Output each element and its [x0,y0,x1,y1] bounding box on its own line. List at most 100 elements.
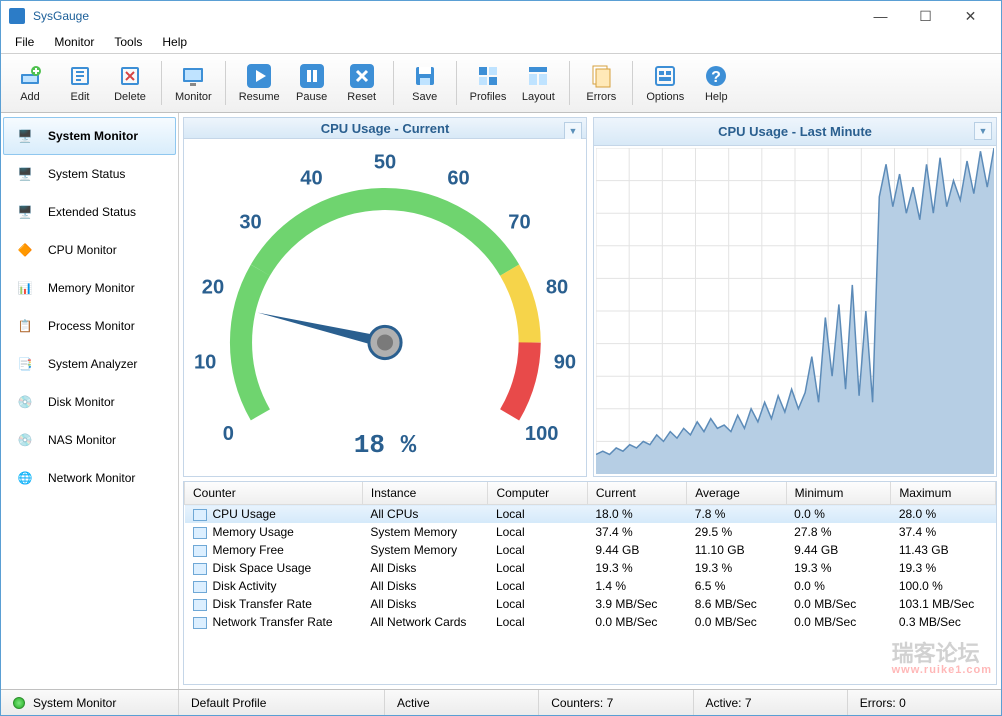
add-button[interactable]: Add [7,57,53,109]
statusbar: System Monitor Default Profile Active Co… [1,689,1001,715]
svg-text:90: 90 [554,352,576,374]
col-instance[interactable]: Instance [362,482,488,505]
sidebar-icon: 🖥️ [12,201,38,223]
sidebar-icon: 📋 [12,315,38,337]
table-row[interactable]: Disk Space UsageAll DisksLocal19.3 %19.3… [185,559,996,577]
sidebar-icon: 🖥️ [12,125,38,147]
sidebar-icon: 🌐 [12,467,38,489]
maximize-button[interactable]: ☐ [903,1,948,31]
svg-text:40: 40 [300,168,322,190]
gauge-panel-current: CPU Usage - Current ▼ 01020304050 [183,117,587,477]
menu-file[interactable]: File [5,33,44,51]
table-row[interactable]: Memory FreeSystem MemoryLocal9.44 GB11.1… [185,541,996,559]
save-button[interactable]: Save [402,57,448,109]
counter-icon [193,581,207,593]
toolbar: Add Edit Delete Monitor Resume Pause Res… [1,53,1001,113]
pause-button[interactable]: Pause [289,57,335,109]
col-current[interactable]: Current [587,482,686,505]
svg-text:10: 10 [194,352,216,374]
col-minimum[interactable]: Minimum [786,482,891,505]
sidebar-item-label: Extended Status [48,205,136,219]
help-icon: ? [703,63,729,89]
sidebar-item-label: Network Monitor [48,471,135,485]
svg-text:?: ? [711,69,721,86]
edit-icon [67,63,93,89]
svg-text:80: 80 [546,277,568,299]
col-maximum[interactable]: Maximum [891,482,996,505]
help-button[interactable]: ?Help [693,57,739,109]
table-row[interactable]: Memory UsageSystem MemoryLocal37.4 %29.5… [185,523,996,541]
sidebar-icon: 🔶 [12,239,38,261]
status-active: Active: 7 [706,696,752,710]
menu-help[interactable]: Help [152,33,197,51]
errors-button[interactable]: Errors [578,57,624,109]
panel-dropdown[interactable]: ▼ [564,122,582,140]
svg-text:30: 30 [239,212,261,234]
panel-title: CPU Usage - Current ▼ [184,118,586,139]
layout-icon [525,63,551,89]
close-button[interactable]: ✕ [948,1,993,31]
status-counters: Counters: 7 [551,696,613,710]
monitor-icon [180,63,206,89]
panel-title: CPU Usage - Last Minute ▼ [594,118,996,146]
svg-text:60: 60 [447,168,469,190]
sidebar-item-process-monitor[interactable]: 📋 Process Monitor [3,307,176,345]
counters-table[interactable]: CounterInstanceComputerCurrentAverageMin… [183,481,997,685]
reset-button[interactable]: Reset [339,57,385,109]
counter-icon [193,527,207,539]
sidebar-icon: 💿 [12,391,38,413]
menubar: File Monitor Tools Help [1,31,1001,53]
counter-icon [193,563,207,575]
app-title: SysGauge [33,9,858,23]
sidebar: 🖥️System Monitor🖥️System Status🖥️Extende… [1,113,179,689]
delete-button[interactable]: Delete [107,57,153,109]
sidebar-item-extended-status[interactable]: 🖥️ Extended Status [3,193,176,231]
table-row[interactable]: Disk Transfer RateAll DisksLocal3.9 MB/S… [185,595,996,613]
minimize-button[interactable]: — [858,1,903,31]
chart-panel-lastminute: CPU Usage - Last Minute ▼ [593,117,997,477]
sidebar-item-cpu-monitor[interactable]: 🔶CPU Monitor [3,231,176,269]
counter-icon [193,509,207,521]
menu-tools[interactable]: Tools [104,33,152,51]
save-icon [412,63,438,89]
sidebar-item-nas-monitor[interactable]: 💿NAS Monitor [3,421,176,459]
delete-icon [117,63,143,89]
sidebar-item-system-monitor[interactable]: 🖥️System Monitor [3,117,176,155]
status-indicator-icon [13,697,25,709]
counter-icon [193,617,207,629]
titlebar: SysGauge — ☐ ✕ [1,1,1001,31]
options-button[interactable]: Options [641,57,689,109]
sidebar-item-label: System Status [48,167,125,181]
monitor-button[interactable]: Monitor [170,57,217,109]
sidebar-item-system-status[interactable]: 🖥️System Status [3,155,176,193]
play-icon [246,63,272,89]
sidebar-item-disk-monitor[interactable]: 💿Disk Monitor [3,383,176,421]
col-average[interactable]: Average [687,482,786,505]
svg-text:20: 20 [202,277,224,299]
resume-button[interactable]: Resume [234,57,285,109]
sidebar-icon: 📊 [12,277,38,299]
menu-monitor[interactable]: Monitor [44,33,104,51]
status-errors: Errors: 0 [860,696,906,710]
table-row[interactable]: Disk ActivityAll DisksLocal1.4 %6.5 %0.0… [185,577,996,595]
sidebar-item-network-monitor[interactable]: 🌐 Network Monitor [3,459,176,497]
sidebar-icon: 💿 [12,429,38,451]
sidebar-item-memory-monitor[interactable]: 📊 Memory Monitor [3,269,176,307]
status-profile: Default Profile [191,696,266,710]
edit-button[interactable]: Edit [57,57,103,109]
profiles-button[interactable]: Profiles [465,57,512,109]
options-icon [652,63,678,89]
table-row[interactable]: CPU UsageAll CPUsLocal18.0 %7.8 %0.0 %28… [185,505,996,524]
panel-dropdown[interactable]: ▼ [974,122,992,140]
pause-icon [299,63,325,89]
sidebar-item-system-analyzer[interactable]: 📑System Analyzer [3,345,176,383]
sidebar-item-label: Memory Monitor [48,281,135,295]
layout-button[interactable]: Layout [515,57,561,109]
sidebar-item-label: System Analyzer [48,357,137,371]
counter-icon [193,599,207,611]
col-counter[interactable]: Counter [185,482,363,505]
sidebar-item-label: Process Monitor [48,319,135,333]
reset-icon [349,63,375,89]
col-computer[interactable]: Computer [488,482,587,505]
table-row[interactable]: Network Transfer RateAll Network CardsLo… [185,613,996,631]
